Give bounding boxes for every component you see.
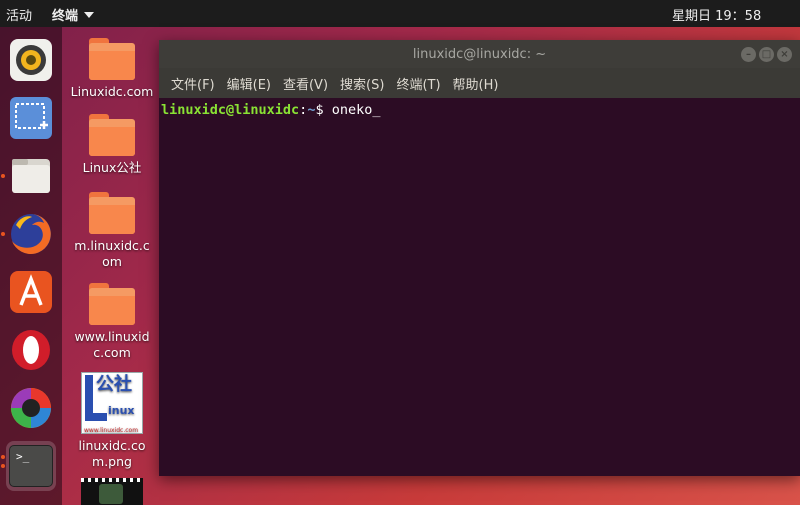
running-indicator	[1, 232, 5, 236]
thumb-logo-sub: inux	[108, 404, 135, 417]
app-store-icon	[10, 271, 52, 313]
window-titlebar[interactable]: linuxidc@linuxidc: ~ – □ ×	[159, 40, 800, 68]
folder-icon	[89, 192, 135, 234]
folder-icon	[89, 38, 135, 80]
firefox-icon	[11, 214, 51, 254]
maximize-button[interactable]: □	[759, 47, 774, 62]
terminal-glyph: >_	[16, 450, 30, 463]
desktop-icon-www-linuxidc[interactable]: www.linuxidc.com	[66, 283, 158, 361]
opera-icon	[12, 330, 50, 370]
running-indicator	[1, 464, 5, 468]
running-indicator	[1, 455, 5, 459]
desktop-icon-label: m.linuxidc.com	[74, 238, 150, 269]
screenshot-icon	[10, 97, 52, 139]
terminal-output[interactable]: linuxidc@linuxidc:~$ oneko_	[159, 98, 800, 122]
folder-icon	[89, 114, 135, 156]
color-wheel-icon	[11, 388, 51, 428]
menu-file[interactable]: 文件(F)	[165, 74, 221, 93]
desktop-icon-label: Linux公社	[82, 160, 142, 175]
desktop-icon-linux-gongshe[interactable]: Linux公社	[66, 114, 158, 176]
dock-item-software[interactable]	[6, 267, 56, 317]
dock-item-files[interactable]	[6, 151, 56, 201]
menu-terminal[interactable]: 终端(T)	[390, 74, 446, 93]
caret-down-icon	[84, 11, 95, 18]
menu-bar: 文件(F) 编辑(E) 查看(V) 搜索(S) 终端(T) 帮助(H)	[159, 68, 800, 98]
desktop-icon-linuxidc[interactable]: Linuxidc.com	[66, 38, 158, 100]
menu-edit[interactable]: 编辑(E)	[221, 74, 277, 93]
activities-button[interactable]: 活动	[6, 5, 32, 24]
command-input[interactable]: oneko_	[332, 102, 381, 118]
terminal-icon: >_	[9, 445, 53, 487]
menu-help[interactable]: 帮助(H)	[447, 74, 505, 93]
dock-item-color-app[interactable]	[6, 383, 56, 433]
app-menu-label: 终端	[52, 9, 79, 24]
thumb-url: www.linuxidc.com	[84, 427, 139, 434]
menu-search[interactable]: 搜索(S)	[334, 74, 390, 93]
top-bar: 活动 终端 星期日 19：58	[0, 0, 800, 27]
desktop-icon-video[interactable]	[66, 478, 158, 505]
dock-item-terminal[interactable]: >_	[6, 441, 56, 491]
prompt-user: linuxidc@linuxidc	[161, 102, 300, 118]
dock-item-opera[interactable]	[6, 325, 56, 375]
image-thumbnail: 公社 inux www.linuxidc.com	[81, 372, 143, 434]
desktop-icon-m-linuxidc[interactable]: m.linuxidc.com	[66, 192, 158, 270]
folder-icon	[12, 159, 50, 193]
clock[interactable]: 星期日 19：58	[672, 5, 761, 24]
desktop-icon-label: linuxidc.com.png	[78, 438, 146, 469]
video-thumbnail	[81, 478, 143, 505]
desktop-icon-label: www.linuxidc.com	[74, 329, 150, 360]
terminal-window[interactable]: linuxidc@linuxidc: ~ – □ × 文件(F) 编辑(E) 查…	[159, 40, 800, 476]
speaker-icon	[10, 39, 52, 81]
desktop-icon-png[interactable]: 公社 inux www.linuxidc.com linuxidc.com.pn…	[66, 372, 158, 470]
prompt-symbol: $	[315, 102, 332, 118]
window-title: linuxidc@linuxidc: ~	[412, 46, 547, 62]
folder-icon	[89, 283, 135, 325]
dock: >_	[0, 27, 62, 505]
dock-item-rhythmbox[interactable]	[6, 35, 56, 85]
minimize-button[interactable]: –	[741, 47, 756, 62]
desktop-icon-label: Linuxidc.com	[70, 84, 154, 99]
dock-item-firefox[interactable]	[6, 209, 56, 259]
menu-view[interactable]: 查看(V)	[277, 74, 334, 93]
thumb-logo-text: 公社	[96, 374, 132, 395]
close-button[interactable]: ×	[777, 47, 792, 62]
running-indicator	[1, 174, 5, 178]
dock-item-screenshot[interactable]	[6, 93, 56, 143]
app-menu[interactable]: 终端	[52, 5, 95, 24]
